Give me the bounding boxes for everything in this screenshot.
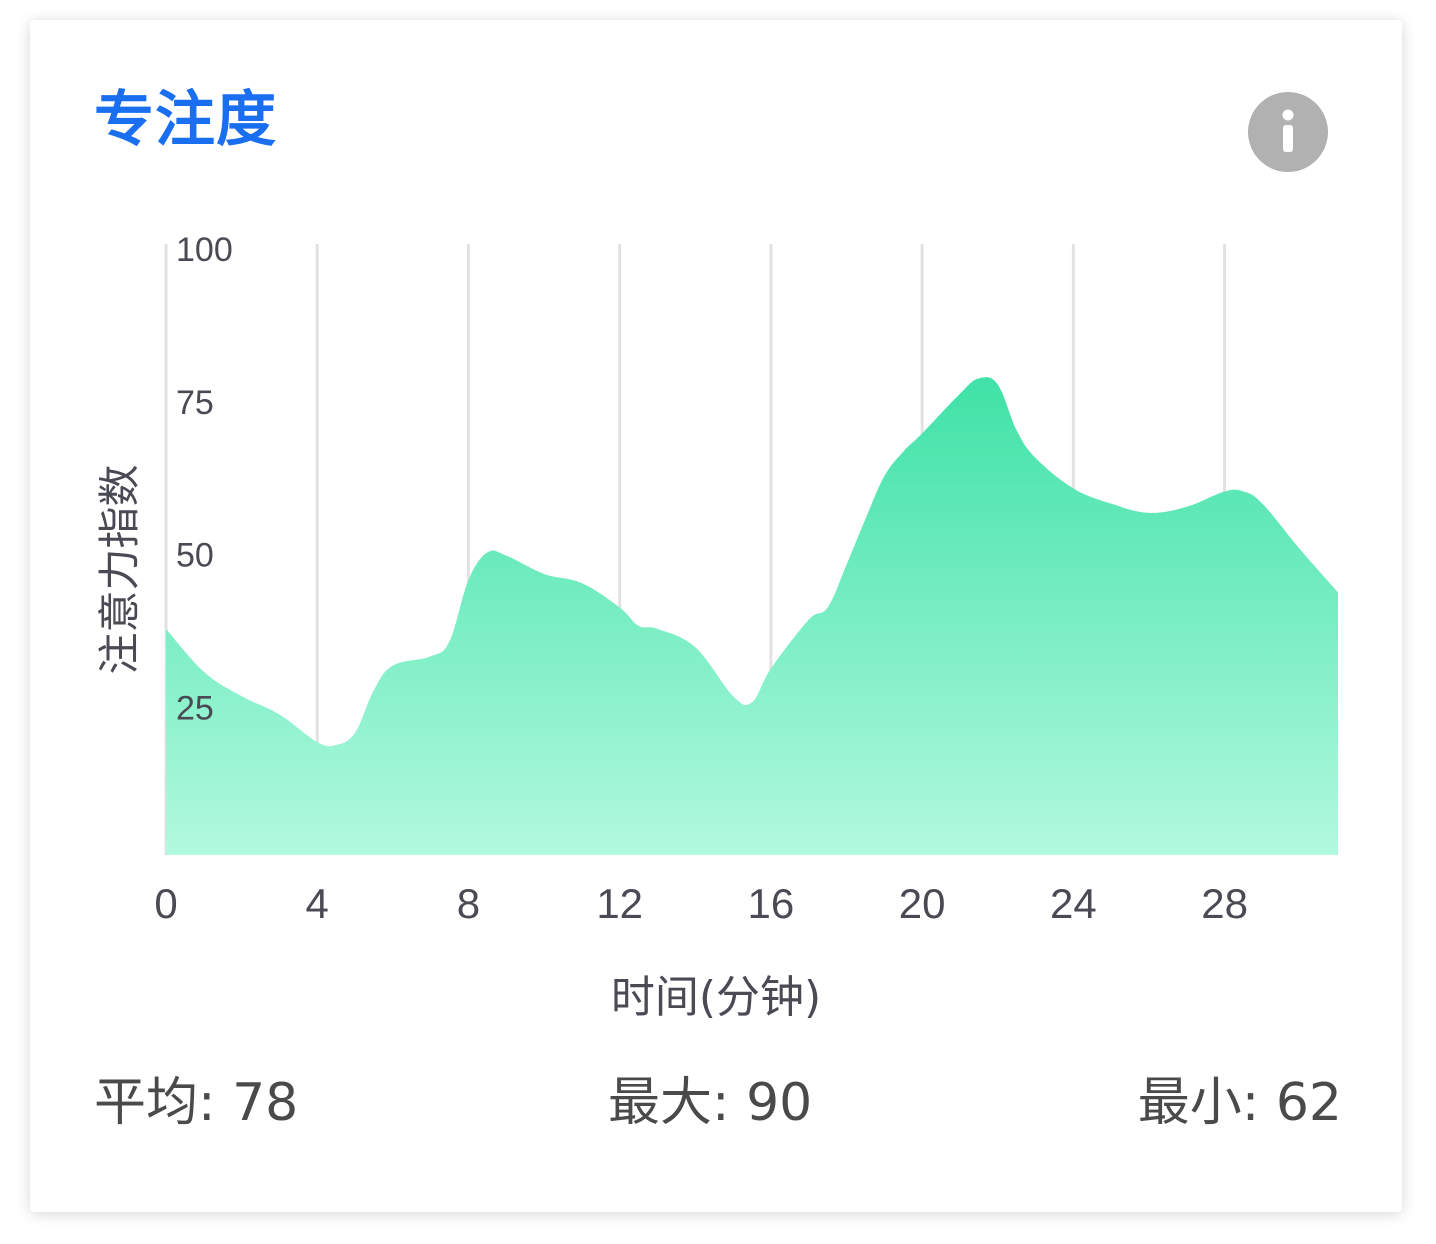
stat-maximum-value: 90 (746, 1073, 813, 1133)
x-axis-ticks: 0 4 8 12 16 20 24 28 (154, 880, 1248, 927)
x-tick-label: 24 (1050, 880, 1097, 927)
stat-maximum-label: 最大: (608, 1073, 730, 1133)
stat-minimum: 最小: 62 (1138, 1077, 1342, 1129)
stat-average-value: 78 (232, 1073, 299, 1133)
x-tick-label: 4 (306, 880, 329, 927)
stat-minimum-value: 62 (1275, 1073, 1342, 1133)
x-tick-label: 8 (457, 880, 480, 927)
x-tick-label: 12 (596, 880, 643, 927)
x-axis-label: 时间(分钟) (611, 972, 821, 1023)
focus-card: 专注度 25 50 75 100 0 4 8 12 16 20 24 28 注意力指数 时间(分钟)… (30, 20, 1402, 1212)
stat-maximum: 最大: 90 (608, 1077, 812, 1129)
chart-area-layer (166, 377, 1338, 855)
y-tick-label: 100 (176, 231, 233, 269)
stat-minimum-label: 最小: (1137, 1073, 1260, 1133)
stat-average-label: 平均: (94, 1073, 216, 1133)
y-axis-label: 注意力指数 (95, 464, 144, 674)
focus-chart: 25 50 75 100 0 4 8 12 16 20 24 28 注意力指数 时间(分钟) (95, 231, 1338, 1023)
x-tick-label: 28 (1201, 880, 1248, 927)
y-tick-label: 50 (176, 537, 214, 575)
x-tick-label: 0 (154, 880, 177, 927)
x-tick-label: 16 (748, 880, 795, 927)
x-tick-label: 20 (899, 880, 946, 927)
y-tick-label: 75 (176, 384, 214, 422)
series-area (166, 377, 1338, 855)
stat-average: 平均: 78 (94, 1077, 298, 1129)
y-tick-label: 25 (176, 689, 214, 727)
